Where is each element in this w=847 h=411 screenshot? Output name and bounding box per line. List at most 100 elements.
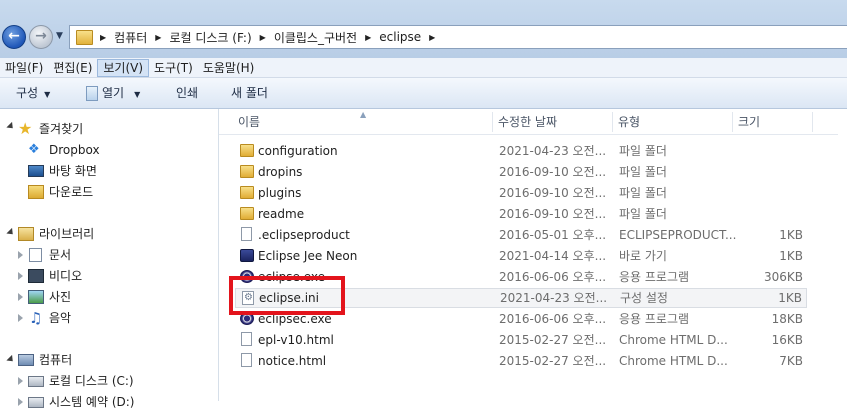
nav-item-desktop[interactable]: 바탕 화면 bbox=[28, 162, 97, 180]
organize-button[interactable]: 구성 ▼ bbox=[16, 78, 50, 108]
downloads-folder-icon bbox=[28, 185, 44, 199]
menu-tools[interactable]: 도구(T) bbox=[149, 59, 198, 77]
file-name: configuration bbox=[258, 144, 338, 158]
expand-arrow-icon[interactable] bbox=[6, 354, 16, 365]
file-date: 2015-02-27 오전... bbox=[499, 354, 607, 368]
libraries-icon bbox=[18, 227, 34, 241]
column-header: ▲ 이름 수정한 날짜 유형 크기 bbox=[219, 109, 847, 135]
nav-item-dropbox[interactable]: ❖ Dropbox bbox=[28, 141, 100, 159]
collapse-arrow-icon[interactable] bbox=[18, 314, 23, 322]
file-type: 구성 설정 bbox=[620, 291, 668, 305]
file-date: 2016-05-01 오후... bbox=[499, 228, 607, 242]
file-type: Chrome HTML D... bbox=[619, 354, 728, 368]
file-size: 7KB bbox=[779, 354, 803, 368]
menu-view[interactable]: 보기(V) bbox=[97, 58, 150, 77]
open-button[interactable]: 열기 ▼ bbox=[86, 78, 140, 108]
nav-item-local-disk-c[interactable]: 로컬 디스크 (C:) bbox=[28, 372, 134, 390]
new-folder-button[interactable]: 새 폴더 bbox=[231, 78, 268, 108]
file-row-eclipsec-exe[interactable]: eclipsec.exe 2016-06-06 오후... 응용 프로그램 18… bbox=[235, 309, 807, 329]
file-row-eclipse-jee-neon[interactable]: Eclipse Jee Neon 2021-04-14 오후... 바로 가기 … bbox=[235, 246, 807, 266]
chevron-down-icon: ▼ bbox=[134, 90, 141, 99]
nav-item-label: 문서 bbox=[49, 248, 72, 262]
computer-icon bbox=[18, 354, 34, 366]
file-date: 2015-02-27 오전... bbox=[499, 333, 607, 347]
video-icon bbox=[28, 269, 44, 283]
column-date[interactable]: 수정한 날짜 bbox=[492, 109, 612, 135]
nav-item-pictures[interactable]: 사진 bbox=[28, 288, 71, 306]
recent-pages-chevron-icon[interactable]: ▼ bbox=[56, 31, 63, 41]
nav-item-system-reserved-d[interactable]: 시스템 예약 (D:) bbox=[28, 393, 134, 411]
file-size: 18KB bbox=[771, 312, 803, 326]
nav-computer[interactable]: 컴퓨터 bbox=[18, 351, 72, 369]
print-button[interactable]: 인쇄 bbox=[176, 78, 198, 108]
nav-item-label: 음악 bbox=[49, 311, 72, 325]
file-row-eclipse-ini[interactable]: eclipse.ini 2021-04-23 오전... 구성 설정 1KB bbox=[235, 288, 807, 308]
file-row-dropins[interactable]: dropins 2016-09-10 오전... 파일 폴더 bbox=[235, 162, 807, 182]
file-row-eclipseproduct[interactable]: .eclipseproduct 2016-05-01 오후... ECLIPSE… bbox=[235, 225, 807, 245]
eclipse-exe-icon bbox=[240, 270, 254, 283]
file-type: Chrome HTML D... bbox=[619, 333, 728, 347]
file-name: plugins bbox=[258, 186, 302, 200]
nav-item-music[interactable]: ♫ 음악 bbox=[28, 309, 71, 327]
collapse-arrow-icon[interactable] bbox=[18, 293, 23, 301]
organize-label: 구성 bbox=[16, 86, 39, 100]
chevron-right-icon[interactable]: ▶ bbox=[155, 33, 161, 42]
file-row-readme[interactable]: readme 2016-09-10 오전... 파일 폴더 bbox=[235, 204, 807, 224]
music-icon: ♫ bbox=[29, 309, 43, 327]
drive-icon bbox=[28, 397, 44, 408]
chevron-right-icon[interactable]: ▶ bbox=[260, 33, 266, 42]
file-list: ▲ 이름 수정한 날짜 유형 크기 configuration 2021-04-… bbox=[219, 109, 847, 401]
nav-item-label: Dropbox bbox=[49, 143, 100, 157]
nav-item-documents[interactable]: 문서 bbox=[28, 246, 71, 264]
chevron-right-icon[interactable]: ▶ bbox=[429, 33, 435, 42]
breadcrumb-eclipse-old-version[interactable]: 이클립스_구버전 bbox=[274, 29, 357, 46]
column-name[interactable]: 이름 bbox=[232, 109, 492, 135]
expand-arrow-icon[interactable] bbox=[6, 227, 16, 238]
file-name: epl-v10.html bbox=[258, 333, 334, 347]
file-row-eclipse-exe[interactable]: eclipse.exe 2016-06-06 오후... 응용 프로그램 306… bbox=[235, 267, 807, 287]
column-size[interactable]: 크기 bbox=[732, 109, 812, 135]
expand-arrow-icon[interactable] bbox=[6, 121, 16, 132]
column-separator[interactable] bbox=[812, 112, 813, 132]
config-settings-icon bbox=[242, 289, 254, 307]
file-row-configuration[interactable]: configuration 2021-04-23 오전... 파일 폴더 bbox=[235, 141, 807, 161]
nav-item-video[interactable]: 비디오 bbox=[28, 267, 82, 285]
menu-file[interactable]: 파일(F) bbox=[0, 59, 48, 77]
file-size: 1KB bbox=[779, 249, 803, 263]
collapse-arrow-icon[interactable] bbox=[18, 251, 23, 259]
breadcrumb-computer[interactable]: 컴퓨터 bbox=[114, 29, 147, 46]
file-row-epl-v10-html[interactable]: epl-v10.html 2015-02-27 오전... Chrome HTM… bbox=[235, 330, 807, 350]
file-type: ECLIPSEPRODUCT... bbox=[619, 228, 737, 242]
file-size: 1KB bbox=[778, 291, 802, 305]
menu-help[interactable]: 도움말(H) bbox=[198, 59, 260, 77]
menu-edit[interactable]: 편집(E) bbox=[48, 59, 97, 77]
file-type: 응용 프로그램 bbox=[619, 312, 690, 326]
file-row-notice-html[interactable]: notice.html 2015-02-27 오전... Chrome HTML… bbox=[235, 351, 807, 371]
nav-item-label: 비디오 bbox=[49, 269, 83, 283]
vertical-scrollbar[interactable] bbox=[838, 109, 847, 401]
file-size: 306KB bbox=[763, 270, 803, 284]
folder-icon bbox=[76, 30, 93, 45]
collapse-arrow-icon[interactable] bbox=[18, 398, 23, 406]
nav-favorites[interactable]: ★ 즐겨찾기 bbox=[18, 120, 83, 138]
drive-icon bbox=[28, 376, 44, 387]
address-bar-row: ← → ▼ ▶ 컴퓨터 ▶ 로컬 디스크 (F:) ▶ 이클립스_구버전 ▶ e… bbox=[0, 0, 847, 58]
address-bar[interactable]: ▶ 컴퓨터 ▶ 로컬 디스크 (F:) ▶ 이클립스_구버전 ▶ eclipse… bbox=[69, 25, 847, 49]
file-date: 2021-04-14 오후... bbox=[499, 249, 607, 263]
collapse-arrow-icon[interactable] bbox=[18, 377, 23, 385]
collapse-arrow-icon[interactable] bbox=[18, 272, 23, 280]
file-name: Eclipse Jee Neon bbox=[258, 249, 358, 263]
nav-item-downloads[interactable]: 다운로드 bbox=[28, 183, 93, 201]
documents-icon bbox=[29, 248, 42, 262]
breadcrumb-local-disk-f[interactable]: 로컬 디스크 (F:) bbox=[169, 29, 251, 46]
file-row-plugins[interactable]: plugins 2016-09-10 오전... 파일 폴더 bbox=[235, 183, 807, 203]
chevron-right-icon[interactable]: ▶ bbox=[365, 33, 371, 42]
forward-arrow-icon[interactable]: → bbox=[29, 25, 53, 49]
column-type[interactable]: 유형 bbox=[612, 109, 732, 135]
file-date: 2016-09-10 오전... bbox=[499, 186, 607, 200]
nav-libraries[interactable]: 라이브러리 bbox=[18, 225, 94, 243]
back-arrow-icon[interactable]: ← bbox=[2, 25, 26, 49]
breadcrumb: ▶ 컴퓨터 ▶ 로컬 디스크 (F:) ▶ 이클립스_구버전 ▶ eclipse… bbox=[97, 26, 443, 48]
breadcrumb-eclipse[interactable]: eclipse bbox=[379, 30, 421, 44]
chevron-right-icon[interactable]: ▶ bbox=[100, 33, 106, 42]
